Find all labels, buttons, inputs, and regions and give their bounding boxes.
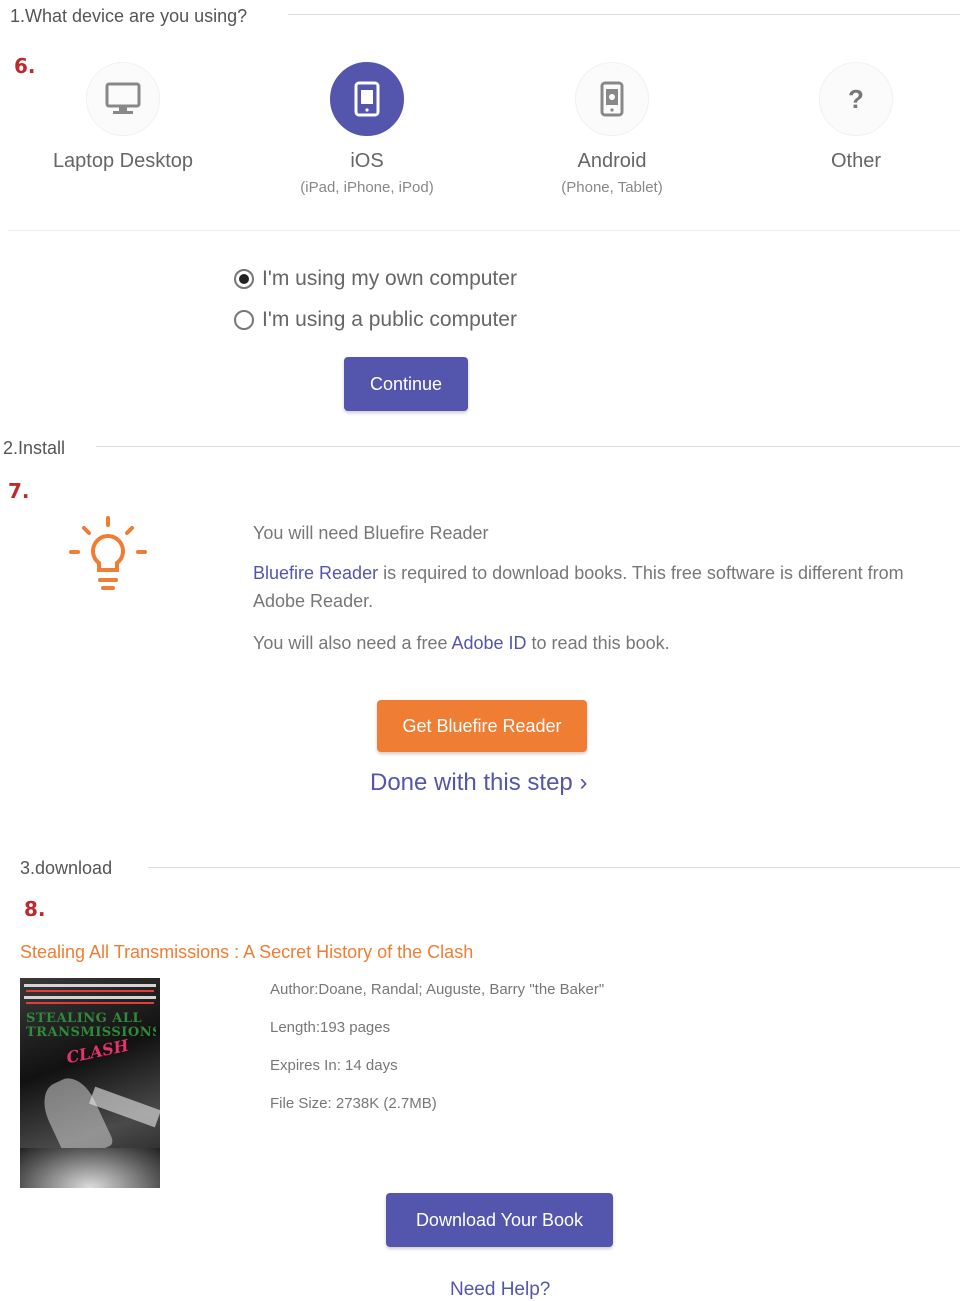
bluefire-reader-link[interactable]: Bluefire Reader <box>253 563 378 583</box>
book-expires: Expires In: 14 days <box>270 1057 398 1074</box>
radio-label: I'm using my own computer <box>262 267 517 290</box>
book-length: Length:193 pages <box>270 1019 391 1036</box>
adobe-note-suffix: to read this book. <box>526 633 670 653</box>
cover-title: STEALING ALL TRANSMISSIONS <box>26 1012 156 1040</box>
divider <box>96 446 960 447</box>
book-title: Stealing All Transmissions : A Secret Hi… <box>20 942 474 962</box>
done-with-step-link[interactable]: Done with this step › <box>370 769 587 797</box>
question-icon: ? <box>819 62 893 136</box>
divider <box>148 867 960 868</box>
book-cover-image: STEALING ALL TRANSMISSIONS CLASH <box>20 978 160 1188</box>
adobe-note-prefix: You will also need a free <box>253 633 452 653</box>
step3-title: 3.download <box>20 858 113 878</box>
cover-title-line: TRANSMISSIONS <box>26 1025 156 1040</box>
tablet-icon <box>330 62 404 136</box>
device-sub: (Phone, Tablet) <box>561 179 663 196</box>
download-book-button[interactable]: Download Your Book <box>386 1193 613 1247</box>
device-android[interactable]: Android (Phone, Tablet) <box>502 62 722 196</box>
step1-title: 1.What device are you using? <box>10 6 248 26</box>
get-bluefire-reader-button[interactable]: Get Bluefire Reader <box>377 700 587 752</box>
radio-button[interactable] <box>234 269 254 289</box>
book-author: Author:Doane, Randal; Auguste, Barry "th… <box>270 981 605 998</box>
android-device-icon <box>575 62 649 136</box>
install-heading: You will need Bluefire Reader <box>253 523 489 543</box>
question-glyph: ? <box>848 83 864 114</box>
monitor-icon <box>86 62 160 136</box>
radio-button[interactable] <box>234 310 254 330</box>
divider <box>288 14 960 15</box>
device-laptop-desktop[interactable]: Laptop Desktop <box>13 62 233 173</box>
lightbulb-icon <box>66 514 150 599</box>
radio-label: I'm using a public computer <box>262 308 517 331</box>
step2-title: 2.Install <box>3 438 66 458</box>
adobe-id-link[interactable]: Adobe ID <box>451 633 526 653</box>
device-sub: (iPad, iPhone, iPod) <box>300 179 434 196</box>
device-name: Other <box>830 150 882 172</box>
install-description: Bluefire Reader is required to download … <box>253 559 958 615</box>
continue-button[interactable]: Continue <box>344 357 468 411</box>
radio-own-computer[interactable]: I'm using my own computer <box>234 267 517 291</box>
cover-title-line: STEALING ALL <box>26 1012 143 1026</box>
book-filesize: File Size: 2738K (2.7MB) <box>270 1095 437 1112</box>
radio-public-computer[interactable]: I'm using a public computer <box>234 308 517 332</box>
device-ios[interactable]: iOS (iPad, iPhone, iPod) <box>257 62 477 196</box>
device-name: Laptop Desktop <box>52 150 194 172</box>
device-other[interactable]: ? Other <box>746 62 960 173</box>
cover-clash-logo: CLASH <box>64 1035 131 1068</box>
step3-badge: 8. <box>24 897 46 921</box>
device-name: Android <box>577 150 647 172</box>
device-name: iOS <box>350 150 384 172</box>
divider <box>8 230 960 231</box>
need-help-link[interactable]: Need Help? <box>450 1279 550 1301</box>
adobe-id-note: You will also need a free Adobe ID to re… <box>253 629 670 657</box>
step2-badge: 7. <box>8 479 30 503</box>
